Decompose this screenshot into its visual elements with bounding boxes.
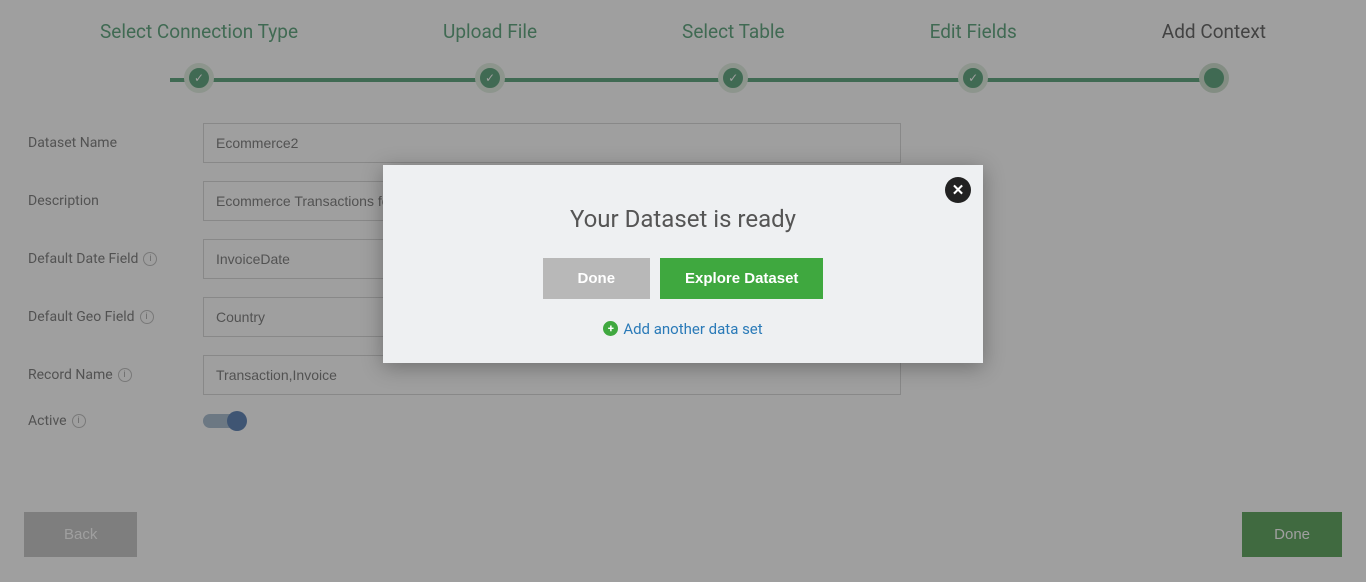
modal-buttons: Done Explore Dataset bbox=[403, 258, 963, 299]
close-button[interactable]: ✕ bbox=[945, 177, 971, 203]
modal-done-button[interactable]: Done bbox=[543, 258, 651, 299]
plus-icon: + bbox=[603, 321, 618, 336]
dataset-ready-modal: ✕ Your Dataset is ready Done Explore Dat… bbox=[383, 165, 983, 363]
explore-dataset-button[interactable]: Explore Dataset bbox=[660, 258, 823, 299]
add-another-link[interactable]: + Add another data set bbox=[603, 320, 762, 338]
link-text: Add another data set bbox=[623, 320, 762, 338]
modal-overlay: ✕ Your Dataset is ready Done Explore Dat… bbox=[0, 0, 1366, 582]
close-icon: ✕ bbox=[952, 181, 965, 199]
modal-title: Your Dataset is ready bbox=[403, 205, 963, 233]
